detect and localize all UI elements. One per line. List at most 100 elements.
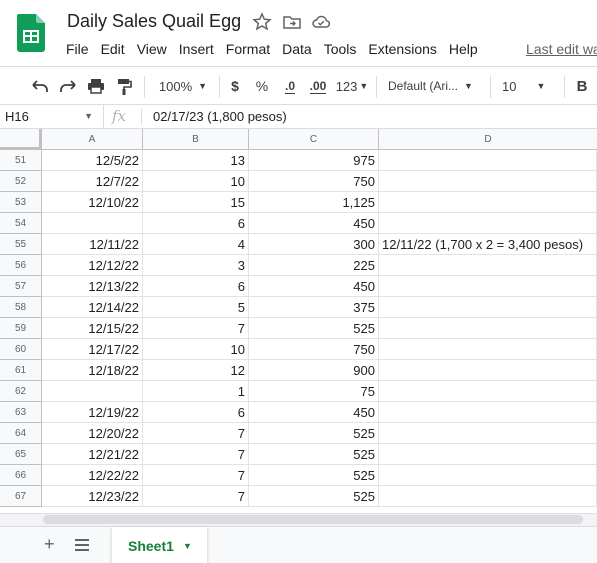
cell-col-a[interactable]: 12/20/22 [42, 423, 143, 444]
cell-col-c[interactable]: 450 [249, 213, 379, 234]
paint-format-button[interactable] [114, 76, 134, 96]
cell-col-c[interactable]: 75 [249, 381, 379, 402]
cell-col-c[interactable]: 750 [249, 339, 379, 360]
menu-edit[interactable]: Edit [95, 40, 131, 58]
cell-col-a[interactable]: 12/7/22 [42, 171, 143, 192]
cloud-saved-icon[interactable] [311, 12, 331, 32]
cell-col-d[interactable] [379, 381, 597, 402]
row-header[interactable]: 61 [0, 360, 42, 381]
cell-col-c[interactable]: 525 [249, 318, 379, 339]
row-header[interactable]: 64 [0, 423, 42, 444]
cell-col-a[interactable]: 12/18/22 [42, 360, 143, 381]
cell-col-c[interactable]: 300 [249, 234, 379, 255]
cell-col-c[interactable]: 975 [249, 150, 379, 171]
cell-col-c[interactable]: 525 [249, 444, 379, 465]
currency-format-button[interactable]: $ [227, 76, 243, 96]
row-header[interactable]: 54 [0, 213, 42, 234]
menu-extensions[interactable]: Extensions [362, 40, 442, 58]
row-header[interactable]: 66 [0, 465, 42, 486]
cell-col-a[interactable] [42, 381, 143, 402]
row-header[interactable]: 53 [0, 192, 42, 213]
cell-col-a[interactable] [42, 213, 143, 234]
cell-col-a[interactable]: 12/12/22 [42, 255, 143, 276]
cell-col-d[interactable] [379, 339, 597, 360]
menu-format[interactable]: Format [220, 40, 276, 58]
cell-col-a[interactable]: 12/17/22 [42, 339, 143, 360]
sheets-logo-icon[interactable] [17, 14, 45, 52]
move-folder-icon[interactable] [282, 12, 302, 32]
cell-col-b[interactable]: 15 [143, 192, 249, 213]
cell-col-d[interactable] [379, 255, 597, 276]
cell-col-b[interactable]: 13 [143, 150, 249, 171]
cell-col-b[interactable]: 5 [143, 297, 249, 318]
redo-button[interactable] [58, 76, 78, 96]
font-family-select[interactable]: Default (Ari... ▼ [388, 76, 482, 96]
cell-col-b[interactable]: 1 [143, 381, 249, 402]
cell-col-a[interactable]: 12/22/22 [42, 465, 143, 486]
cell-col-d[interactable] [379, 486, 597, 507]
row-header[interactable]: 62 [0, 381, 42, 402]
more-formats-select[interactable]: 123 ▼ [336, 76, 369, 96]
percent-format-button[interactable]: % [254, 76, 270, 96]
cell-col-b[interactable]: 12 [143, 360, 249, 381]
add-sheet-icon[interactable]: + [44, 535, 55, 553]
cell-col-b[interactable]: 10 [143, 171, 249, 192]
column-header-b[interactable]: B [143, 129, 249, 149]
row-header[interactable]: 57 [0, 276, 42, 297]
last-edit-link[interactable]: Last edit wa [526, 41, 597, 57]
sheet-tab-active[interactable]: Sheet1 ▼ [112, 527, 207, 563]
cell-col-b[interactable]: 7 [143, 486, 249, 507]
menu-insert[interactable]: Insert [173, 40, 220, 58]
cell-col-a[interactable]: 12/5/22 [42, 150, 143, 171]
cell-col-b[interactable]: 6 [143, 276, 249, 297]
row-header[interactable]: 52 [0, 171, 42, 192]
row-header[interactable]: 59 [0, 318, 42, 339]
cell-col-d[interactable] [379, 171, 597, 192]
zoom-select[interactable]: 100% ▼ [155, 76, 211, 96]
row-header[interactable]: 60 [0, 339, 42, 360]
menu-help[interactable]: Help [443, 40, 484, 58]
cell-col-a[interactable]: 12/13/22 [42, 276, 143, 297]
name-box[interactable]: H16 ▼ [0, 105, 104, 128]
cell-col-d[interactable]: 12/11/22 (1,700 x 2 = 3,400 pesos) [379, 234, 597, 255]
column-header-a[interactable]: A [42, 129, 143, 149]
column-header-d[interactable]: D [379, 129, 597, 149]
cell-col-b[interactable]: 3 [143, 255, 249, 276]
increase-decimal-button[interactable]: .00 [306, 76, 330, 96]
cell-col-c[interactable]: 900 [249, 360, 379, 381]
cell-col-b[interactable]: 6 [143, 402, 249, 423]
cell-col-c[interactable]: 225 [249, 255, 379, 276]
cell-col-d[interactable] [379, 402, 597, 423]
cell-col-c[interactable]: 525 [249, 423, 379, 444]
cell-col-a[interactable]: 12/19/22 [42, 402, 143, 423]
cell-col-c[interactable]: 750 [249, 171, 379, 192]
menu-data[interactable]: Data [276, 40, 318, 58]
star-icon[interactable] [252, 12, 272, 32]
cell-col-a[interactable]: 12/21/22 [42, 444, 143, 465]
print-button[interactable] [86, 76, 106, 96]
row-header[interactable]: 67 [0, 486, 42, 507]
cell-col-d[interactable] [379, 423, 597, 444]
document-title[interactable]: Daily Sales Quail Egg [67, 11, 241, 32]
cell-col-d[interactable] [379, 150, 597, 171]
cell-col-d[interactable] [379, 360, 597, 381]
cell-col-b[interactable]: 4 [143, 234, 249, 255]
cell-col-a[interactable]: 12/10/22 [42, 192, 143, 213]
cell-col-a[interactable]: 12/23/22 [42, 486, 143, 507]
cell-col-c[interactable]: 525 [249, 465, 379, 486]
cell-col-c[interactable]: 450 [249, 276, 379, 297]
cell-col-d[interactable] [379, 213, 597, 234]
menu-file[interactable]: File [60, 40, 95, 58]
cell-col-a[interactable]: 12/14/22 [42, 297, 143, 318]
menu-view[interactable]: View [131, 40, 173, 58]
row-header[interactable]: 58 [0, 297, 42, 318]
undo-button[interactable] [30, 76, 50, 96]
cell-col-d[interactable] [379, 276, 597, 297]
formula-input[interactable]: 02/17/23 (1,800 pesos) [153, 105, 287, 128]
all-sheets-menu-icon[interactable] [75, 539, 89, 551]
decrease-decimal-button[interactable]: .0 [280, 76, 300, 96]
row-header[interactable]: 63 [0, 402, 42, 423]
cell-col-b[interactable]: 7 [143, 465, 249, 486]
cell-col-d[interactable] [379, 444, 597, 465]
cell-col-d[interactable] [379, 318, 597, 339]
